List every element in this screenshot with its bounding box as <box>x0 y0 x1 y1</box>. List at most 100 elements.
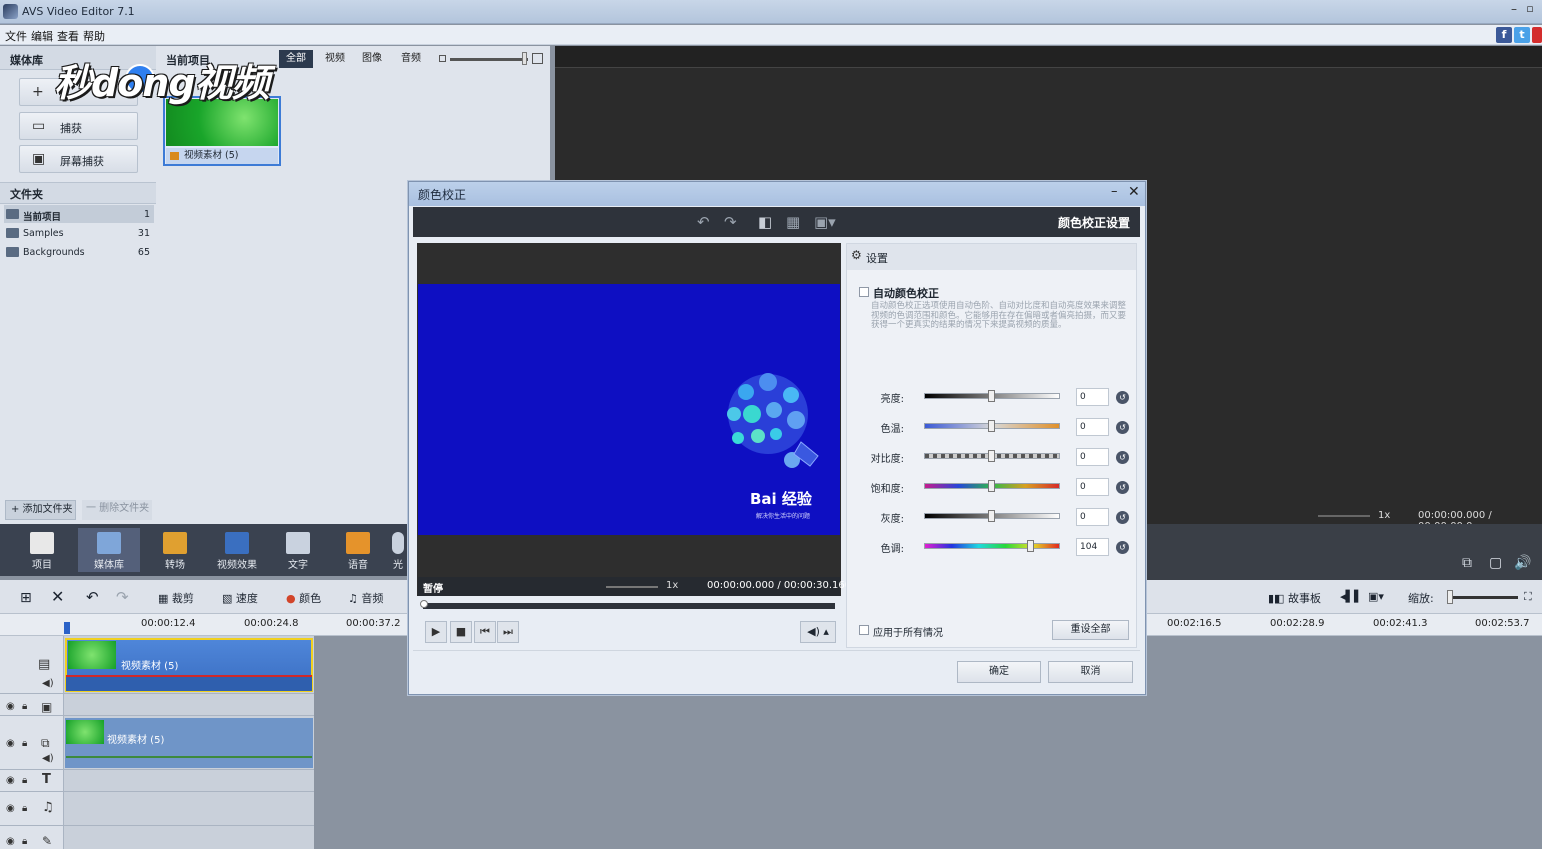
brightness-value[interactable]: 0 <box>1076 388 1109 406</box>
text-button[interactable]: 文字 <box>268 528 328 572</box>
video-effects-button[interactable]: 视频效果 <box>207 528 267 572</box>
menu-help[interactable]: 帮助 <box>83 28 105 44</box>
eye-icon[interactable]: ◉ <box>6 738 15 749</box>
zoom-out-icon[interactable] <box>439 55 446 62</box>
brightness-reset-icon[interactable]: ↺ <box>1116 391 1129 404</box>
previous-frame-button[interactable]: ⏮ <box>474 621 496 643</box>
hue-slider[interactable] <box>924 543 1060 549</box>
monitor-icon[interactable]: ▣▾ <box>814 213 836 231</box>
tab-audio[interactable]: 音频 <box>394 50 428 68</box>
preview-speed-slider[interactable] <box>1318 515 1370 517</box>
tab-image[interactable]: 图像 <box>355 50 389 68</box>
hue-value[interactable]: 104 <box>1076 538 1109 556</box>
next-frame-button[interactable]: ⏭ <box>497 621 519 643</box>
grid-icon[interactable]: ▦ <box>786 213 800 231</box>
reset-all-button[interactable]: 重设全部 <box>1052 620 1129 640</box>
maximize-button[interactable]: ▫ <box>1523 2 1537 18</box>
twitter-icon[interactable]: t <box>1514 27 1530 43</box>
timeline-audio-clip[interactable] <box>66 675 312 691</box>
thumbnail-size-slider[interactable] <box>450 58 528 61</box>
transitions-button[interactable]: 转场 <box>145 528 205 572</box>
volume-icon[interactable]: 🔊 <box>1514 555 1531 571</box>
audio-button[interactable]: ♫ 音频 <box>348 590 383 606</box>
cancel-button[interactable]: 取消 <box>1048 661 1133 683</box>
add-folder-button[interactable]: + 添加文件夹 <box>5 500 76 520</box>
volume-button[interactable]: ◀) ▴ <box>800 621 836 643</box>
dialog-minimize-button[interactable]: – <box>1111 184 1118 199</box>
seek-bar[interactable] <box>423 603 835 609</box>
timeline-zoom-knob[interactable] <box>1447 590 1453 604</box>
color-button[interactable]: ● 颜色 <box>286 590 321 606</box>
tab-all[interactable]: 全部 <box>279 50 313 68</box>
folder-backgrounds[interactable]: Backgrounds 65 <box>4 243 154 261</box>
minimize-button[interactable]: – <box>1507 2 1521 18</box>
display-mode-icon[interactable]: ▣▾ <box>1368 590 1384 603</box>
snapshot-icon[interactable]: ⧉ <box>1462 555 1472 571</box>
fit-timeline-icon[interactable]: ⛶ <box>1524 590 1532 604</box>
detach-icon[interactable]: ▢ <box>1489 555 1502 571</box>
delete-folder-button[interactable]: 一 删除文件夹 <box>82 500 152 520</box>
saturation-value[interactable]: 0 <box>1076 478 1109 496</box>
undo-icon[interactable]: ↶ <box>86 588 99 606</box>
temperature-value[interactable]: 0 <box>1076 418 1109 436</box>
stop-button[interactable]: ■ <box>450 621 472 643</box>
contrast-knob[interactable] <box>988 450 995 462</box>
lock-icon[interactable]: 🔒︎ <box>22 701 27 712</box>
disc-button[interactable]: 光 <box>388 528 408 572</box>
saturation-knob[interactable] <box>988 480 995 492</box>
hue-knob[interactable] <box>1027 540 1035 552</box>
thumbnail-size-knob[interactable] <box>522 52 527 65</box>
project-button[interactable]: 项目 <box>12 528 72 572</box>
contrast-value[interactable]: 0 <box>1076 448 1109 466</box>
auto-correction-checkbox[interactable] <box>859 287 869 297</box>
storyboard-button[interactable]: ▮◧ 故事板 <box>1268 590 1321 606</box>
speaker-icon[interactable]: ◀) <box>42 678 54 689</box>
crop-button[interactable]: ▦ 裁剪 <box>158 590 194 606</box>
eye-icon[interactable]: ◉ <box>6 803 15 814</box>
screen-capture-button[interactable]: ▣ 屏幕捕获 <box>19 145 138 173</box>
gray-value[interactable]: 0 <box>1076 508 1109 526</box>
speed-button[interactable]: ▧ 速度 <box>222 590 258 606</box>
youtube-icon[interactable] <box>1532 27 1542 43</box>
gray-knob[interactable] <box>988 510 995 522</box>
split-view-icon[interactable]: ◧ <box>758 213 772 231</box>
lock-icon[interactable]: 🔒︎ <box>22 738 27 749</box>
speaker-icon[interactable]: ◀) <box>42 753 54 764</box>
eye-icon[interactable]: ◉ <box>6 775 15 786</box>
redo-icon[interactable]: ↷ <box>724 213 737 231</box>
menu-edit[interactable]: 编辑 <box>31 28 53 44</box>
brightness-knob[interactable] <box>988 390 995 402</box>
voice-button[interactable]: 语音 <box>328 528 388 572</box>
gray-reset-icon[interactable]: ↺ <box>1116 511 1129 524</box>
ok-button[interactable]: 确定 <box>957 661 1041 683</box>
undo-icon[interactable]: ↶ <box>697 213 710 231</box>
playback-speed-slider[interactable] <box>606 586 658 588</box>
lock-icon[interactable]: 🔒︎ <box>22 775 27 786</box>
folder-samples[interactable]: Samples 31 <box>4 224 154 242</box>
temperature-reset-icon[interactable]: ↺ <box>1116 421 1129 434</box>
capture-button[interactable]: ▭ 捕获 <box>19 112 138 140</box>
menu-view[interactable]: 查看 <box>57 28 79 44</box>
play-button[interactable]: ▶ <box>425 621 447 643</box>
split-icon[interactable]: ⊞ <box>20 590 32 606</box>
tab-video[interactable]: 视频 <box>318 50 352 68</box>
redo-icon[interactable]: ↷ <box>116 588 129 606</box>
saturation-reset-icon[interactable]: ↺ <box>1116 481 1129 494</box>
lock-icon[interactable]: 🔒︎ <box>22 836 27 847</box>
zoom-in-icon[interactable] <box>532 53 543 64</box>
dialog-title-bar[interactable] <box>409 182 1145 206</box>
contrast-reset-icon[interactable]: ↺ <box>1116 451 1129 464</box>
eye-icon[interactable]: ◉ <box>6 836 15 847</box>
apply-all-checkbox[interactable] <box>859 625 869 635</box>
media-library-button[interactable]: 媒体库 <box>78 528 140 572</box>
eye-icon[interactable]: ◉ <box>6 701 15 712</box>
hue-reset-icon[interactable]: ↺ <box>1116 541 1129 554</box>
timeline-zoom-slider[interactable] <box>1448 596 1518 599</box>
audio-mixer-icon[interactable]: ◂▌▌ <box>1340 590 1362 603</box>
facebook-icon[interactable]: f <box>1496 27 1512 43</box>
playhead-marker[interactable] <box>64 622 70 634</box>
seek-knob[interactable] <box>420 600 428 608</box>
folder-current-project[interactable]: 当前项目 1 <box>4 205 154 223</box>
temperature-knob[interactable] <box>988 420 995 432</box>
dialog-close-button[interactable]: ✕ <box>1128 184 1140 200</box>
